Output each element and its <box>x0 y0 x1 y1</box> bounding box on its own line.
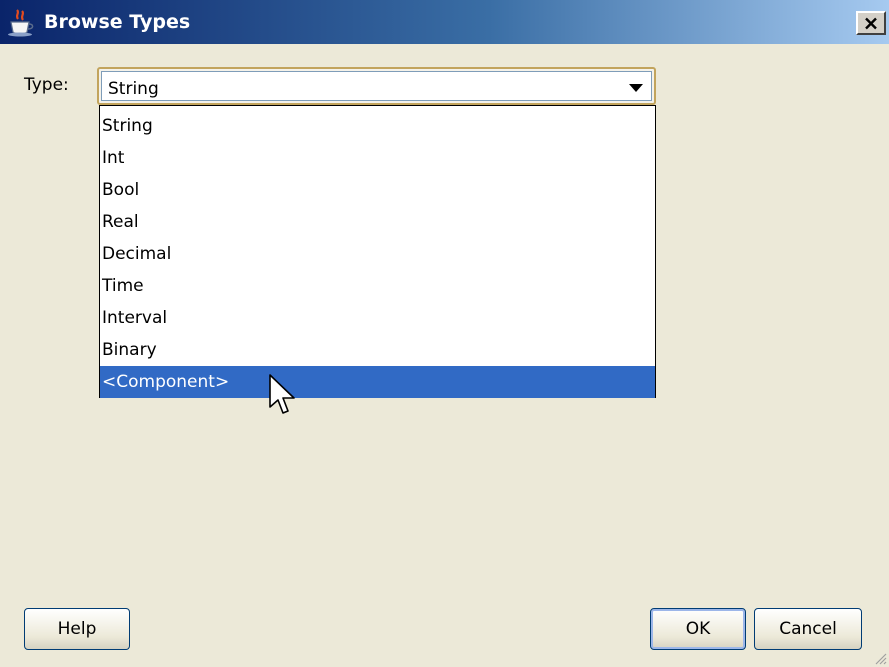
option-bool[interactable]: Bool <box>100 174 655 206</box>
ok-button[interactable]: OK <box>650 608 746 650</box>
java-cup-icon <box>6 7 36 37</box>
close-button[interactable] <box>856 11 886 35</box>
option-real[interactable]: Real <box>100 206 655 238</box>
chevron-down-icon[interactable] <box>629 84 643 92</box>
option-decimal[interactable]: Decimal <box>100 238 655 270</box>
option-string[interactable]: String <box>100 110 655 142</box>
type-combobox[interactable]: String <box>97 67 656 105</box>
close-icon <box>865 17 877 30</box>
browse-types-dialog: Browse Types Type: String String Int Boo… <box>0 0 889 667</box>
type-dropdown-list[interactable]: String Int Bool Real Decimal Time Interv… <box>99 105 656 398</box>
type-combobox-field[interactable]: String <box>101 71 652 101</box>
option-binary[interactable]: Binary <box>100 334 655 366</box>
option-time[interactable]: Time <box>100 270 655 302</box>
cancel-button[interactable]: Cancel <box>754 608 862 650</box>
type-combobox-value: String <box>108 79 159 99</box>
option-int[interactable]: Int <box>100 142 655 174</box>
dialog-title: Browse Types <box>44 11 191 33</box>
mouse-cursor-icon <box>269 374 295 414</box>
resize-grip-icon[interactable] <box>873 651 887 665</box>
option-component[interactable]: <Component> <box>100 366 655 398</box>
option-interval[interactable]: Interval <box>100 302 655 334</box>
help-button[interactable]: Help <box>24 608 130 650</box>
title-bar[interactable]: Browse Types <box>0 0 889 44</box>
type-label: Type: <box>24 75 69 95</box>
